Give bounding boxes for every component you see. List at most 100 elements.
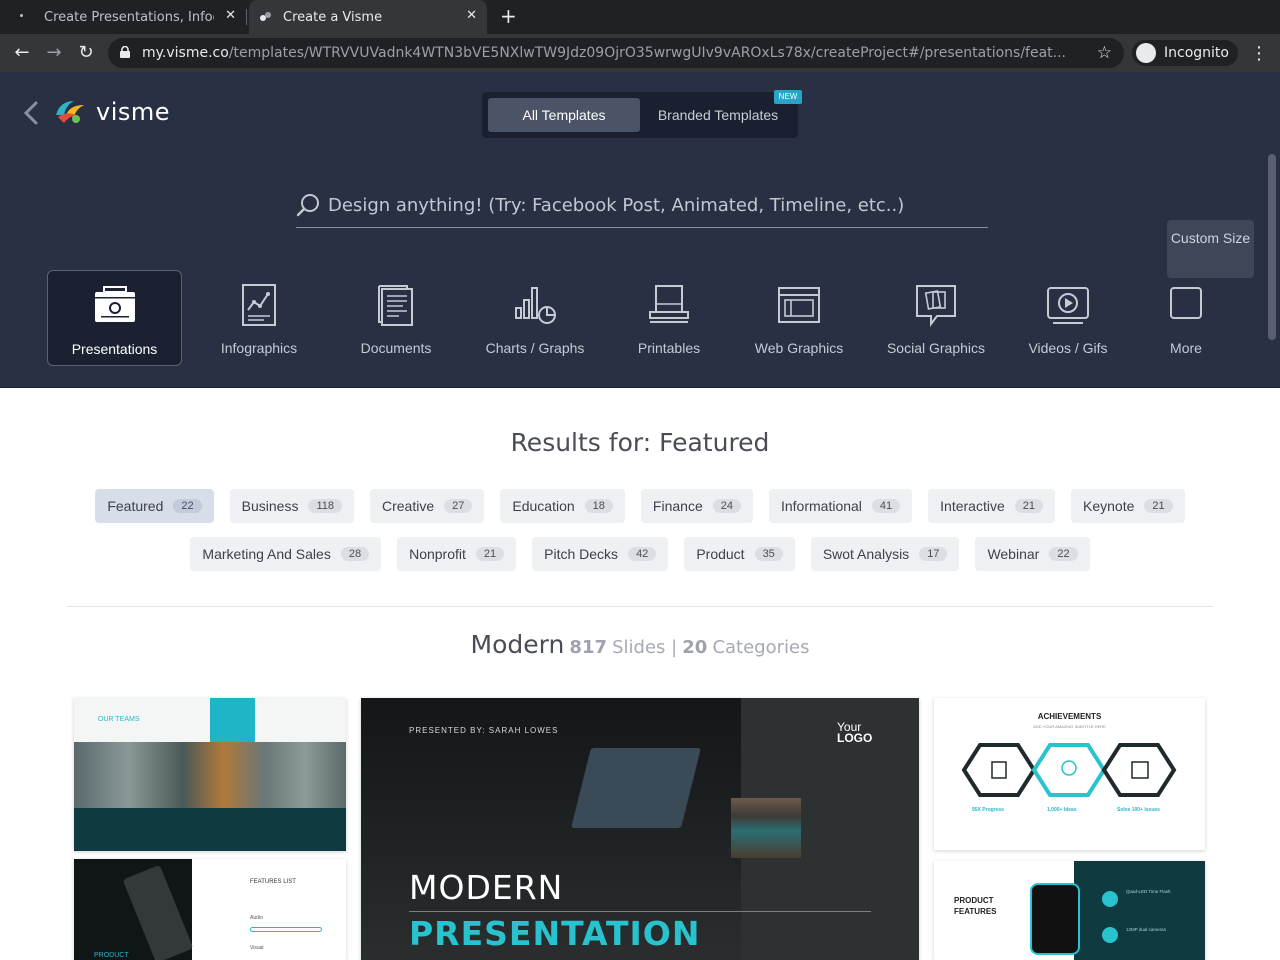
category-presentations[interactable]: Presentations	[47, 270, 182, 366]
filter-webinar[interactable]: Webinar 22	[975, 537, 1090, 571]
category-web-graphics[interactable]: Web Graphics	[748, 270, 850, 366]
hero-rule	[409, 911, 871, 912]
bookmark-star-icon[interactable]: ☆	[1097, 43, 1112, 63]
achievements-subtitle: ADD YOUR AMAZING SUBTITLE HERE	[1033, 724, 1106, 729]
achievements-title: ACHIEVEMENTS	[1037, 712, 1102, 721]
url-text: my.visme.co/templates/WTRVVUVadnk4WTN3bV…	[142, 45, 1067, 61]
filter-finance[interactable]: Finance 24	[640, 489, 753, 523]
incognito-icon	[1136, 43, 1156, 63]
browser-tab-1[interactable]: Create Presentations, Infog ✕	[0, 0, 246, 34]
template-thumbnail-product[interactable]: FEATURES LIST Audio Visual PRODUCT	[74, 859, 346, 960]
presentation-icon	[94, 286, 135, 322]
filter-pitch-decks[interactable]: Pitch Decks 42	[532, 537, 669, 571]
visme-logo[interactable]: visme	[54, 96, 170, 128]
feature-dot-1	[1102, 891, 1118, 907]
filter-education[interactable]: Education 18	[500, 489, 625, 523]
category-charts-graphs[interactable]: Charts / Graphs	[476, 270, 594, 366]
filter-keynote[interactable]: Keynote 21	[1071, 489, 1185, 523]
team-photos	[74, 742, 346, 808]
category-social-graphics[interactable]: Social Graphics	[882, 270, 990, 366]
category-label: Web Graphics	[754, 340, 844, 356]
section-divider	[67, 606, 1213, 607]
watch-shape	[1030, 883, 1080, 955]
forward-icon[interactable]: →	[44, 43, 64, 63]
thumbnail-title: OUR TEAMS	[98, 716, 140, 723]
template-thumbnail-teams[interactable]: OUR TEAMS	[74, 698, 346, 851]
tab-separator	[246, 9, 247, 25]
more-icon	[1170, 287, 1202, 319]
category-more[interactable]: More	[1156, 270, 1216, 366]
filter-informational[interactable]: Informational 41	[768, 489, 913, 523]
features-list-title: FEATURES LIST	[250, 879, 296, 885]
address-bar[interactable]: my.visme.co/templates/WTRVVUVadnk4WTN3bV…	[108, 38, 1124, 68]
filter-product[interactable]: Product 35	[684, 537, 795, 571]
tab-title: Create a Visme	[283, 9, 383, 25]
back-icon[interactable]: ←	[12, 43, 32, 63]
close-tab-icon[interactable]: ✕	[225, 8, 236, 23]
hero-title-line2: PRESENTATION	[409, 914, 701, 953]
filter-business[interactable]: Business 118	[229, 489, 354, 523]
printable-icon	[649, 285, 689, 323]
filter-interactive[interactable]: Interactive 21	[928, 489, 1056, 523]
close-tab-icon[interactable]: ✕	[466, 8, 477, 23]
categories-label: Categories	[712, 637, 810, 658]
custom-size-tooltip[interactable]: Custom Size	[1167, 220, 1254, 278]
presenter-label: PRESENTED BY: SARAH LOWES	[409, 726, 559, 735]
incognito-badge[interactable]: Incognito	[1132, 40, 1238, 66]
chart-icon	[515, 287, 556, 324]
video-icon	[1047, 287, 1089, 324]
browser-tab-2[interactable]: Create a Visme ✕	[249, 0, 487, 34]
tab-title: Create Presentations, Infog	[44, 9, 214, 25]
branded-templates-tab[interactable]: Branded Templates	[644, 98, 792, 132]
reload-icon[interactable]: ↻	[76, 43, 96, 63]
categories-count: 20	[682, 637, 708, 658]
page-scrollbar[interactable]	[1268, 154, 1276, 340]
category-label: More	[1170, 340, 1202, 356]
filter-creative[interactable]: Creative 27	[370, 489, 485, 523]
book-stack	[731, 798, 801, 858]
collection-name: Modern	[470, 630, 565, 659]
back-arrow-icon[interactable]	[20, 100, 42, 126]
template-search	[296, 182, 988, 228]
slides-count: 817	[569, 637, 607, 658]
visme-logo-icon	[56, 101, 84, 123]
stat-1: 95X Progress	[972, 807, 1004, 813]
lock-icon	[120, 46, 130, 58]
category-label: Printables	[637, 340, 701, 356]
browser-toolbar: ← → ↻ my.visme.co/templates/WTRVVUVadnk4…	[0, 34, 1280, 72]
incognito-label: Incognito	[1164, 45, 1229, 61]
template-thumbnail-achievements[interactable]: ACHIEVEMENTS ADD YOUR AMAZING SUBTITLE H…	[934, 698, 1205, 850]
infographic-icon	[242, 284, 276, 326]
visme-favicon-icon	[260, 12, 271, 21]
category-label: Infographics	[220, 340, 298, 356]
stat-3: Solve 100+ Issues	[1117, 807, 1160, 813]
filter-marketing-and-sales[interactable]: Marketing And Sales 28	[190, 537, 382, 571]
category-documents[interactable]: Documents	[342, 270, 450, 366]
app-header: visme All Templates Branded Templates NE…	[0, 72, 1280, 388]
filter-swot-analysis[interactable]: Swot Analysis 17	[810, 537, 960, 571]
audio-slider	[250, 927, 322, 932]
filter-featured[interactable]: Featured 22	[95, 489, 214, 523]
template-type-switch: All Templates Branded Templates	[482, 92, 798, 138]
category-printables[interactable]: Printables	[618, 270, 720, 366]
category-nav: Presentations Infographics Documents Cha…	[0, 270, 1280, 368]
browser-menu-icon[interactable]: ⋮	[1250, 43, 1268, 64]
category-label: Documents	[360, 340, 432, 356]
filter-nonprofit[interactable]: Nonprofit 21	[397, 537, 517, 571]
all-templates-tab[interactable]: All Templates	[488, 98, 640, 132]
new-badge: NEW	[774, 90, 802, 104]
new-tab-icon[interactable]: +	[500, 6, 517, 26]
template-thumbnail-product-features[interactable]: PRODUCT FEATURES Quad-LED Time Flash 12M…	[934, 861, 1205, 960]
browser-tab-strip: Create Presentations, Infog ✕ Create a V…	[0, 0, 1280, 34]
category-videos-gifs[interactable]: Videos / Gifs	[1020, 270, 1116, 366]
search-input[interactable]	[328, 190, 978, 220]
category-label: Presentations	[71, 341, 158, 357]
category-infographics[interactable]: Infographics	[204, 270, 314, 366]
team-footer	[74, 808, 346, 851]
results-title: Results for: Featured	[510, 428, 770, 457]
feature-item-2: 12MP dual cameras	[1126, 927, 1166, 932]
hero-title-line1: MODERN	[409, 868, 564, 907]
social-graphics-icon	[916, 285, 956, 327]
template-thumbnail-modern-presentation[interactable]: PRESENTED BY: SARAH LOWES Your LOGO MODE…	[361, 698, 919, 960]
product-label: PRODUCT	[94, 952, 129, 959]
